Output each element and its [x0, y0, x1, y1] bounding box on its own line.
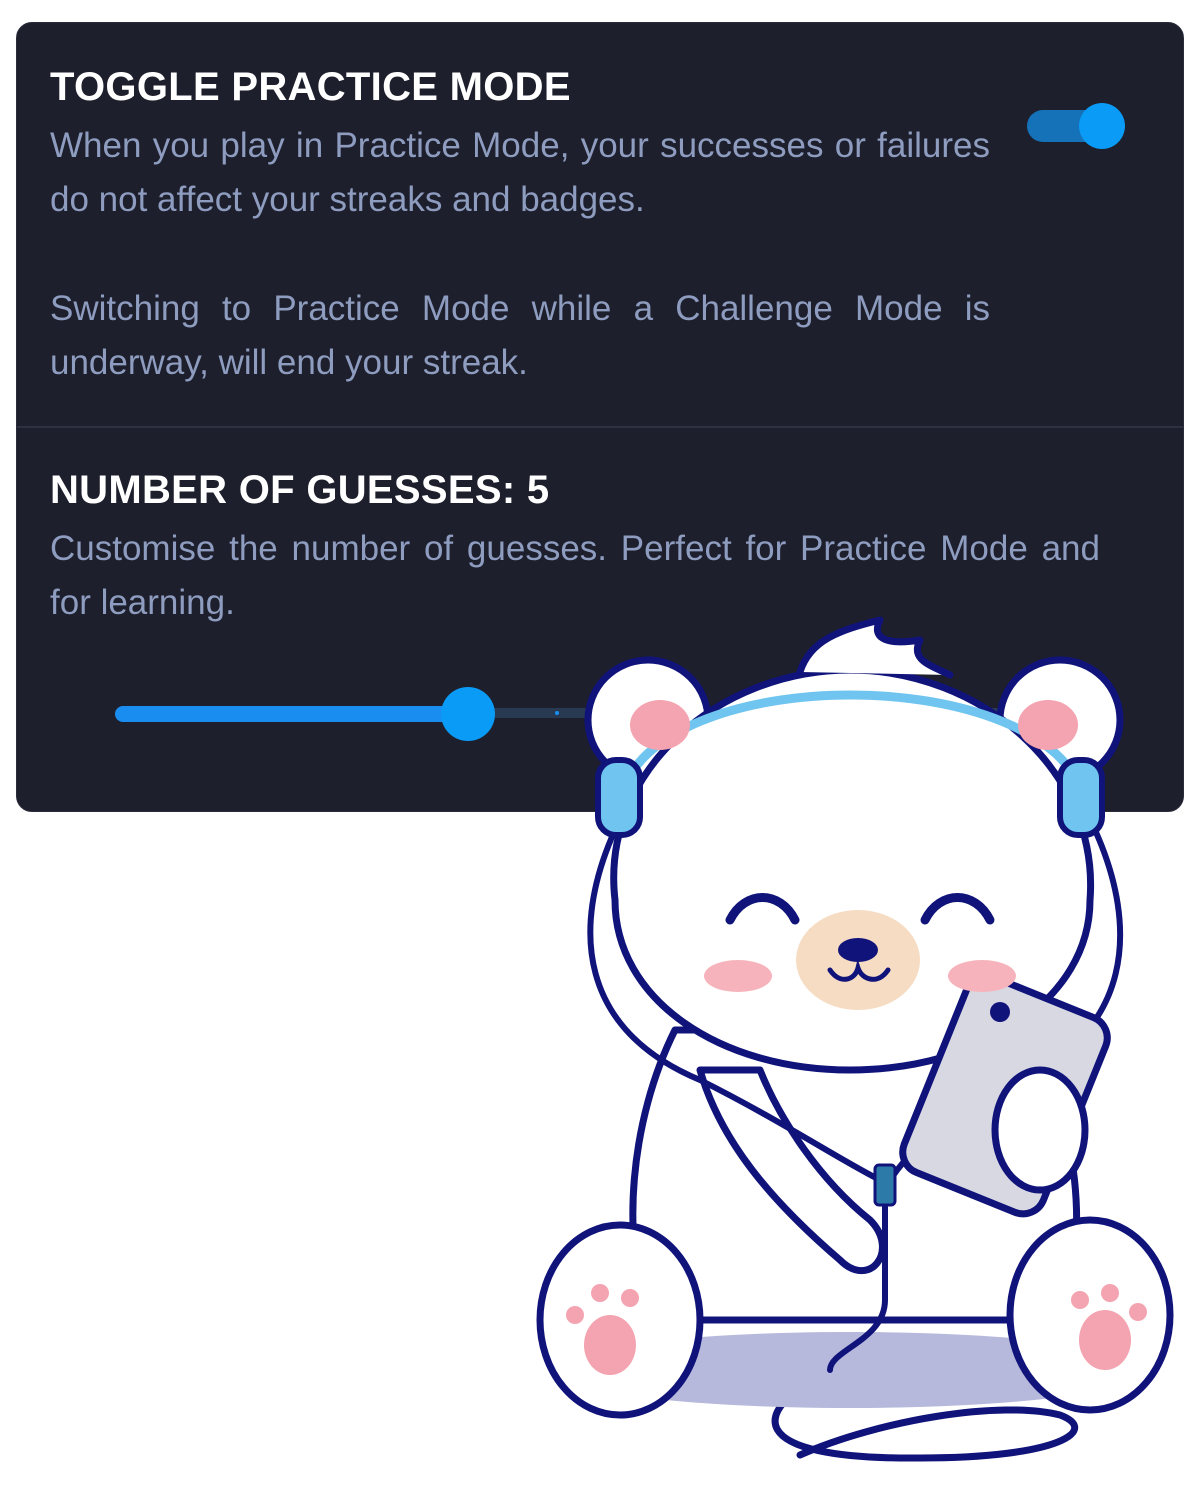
slider-thumb[interactable] — [441, 687, 495, 741]
practice-mode-warning: Switching to Practice Mode while a Chall… — [50, 289, 990, 382]
practice-mode-title: TOGGLE PRACTICE MODE — [50, 65, 571, 109]
practice-mode-description: When you play in Practice Mode, your suc… — [50, 126, 990, 219]
polar-bear-headphones-icon — [536, 616, 1174, 1462]
guesses-title: NUMBER OF GUESSES: 5 — [50, 468, 550, 512]
toggle-thumb — [1079, 103, 1125, 149]
slider-fill — [115, 706, 468, 722]
practice-mode-section: TOGGLE PRACTICE MODE When you play in Pr… — [17, 23, 1183, 427]
practice-mode-toggle[interactable] — [1027, 103, 1125, 149]
